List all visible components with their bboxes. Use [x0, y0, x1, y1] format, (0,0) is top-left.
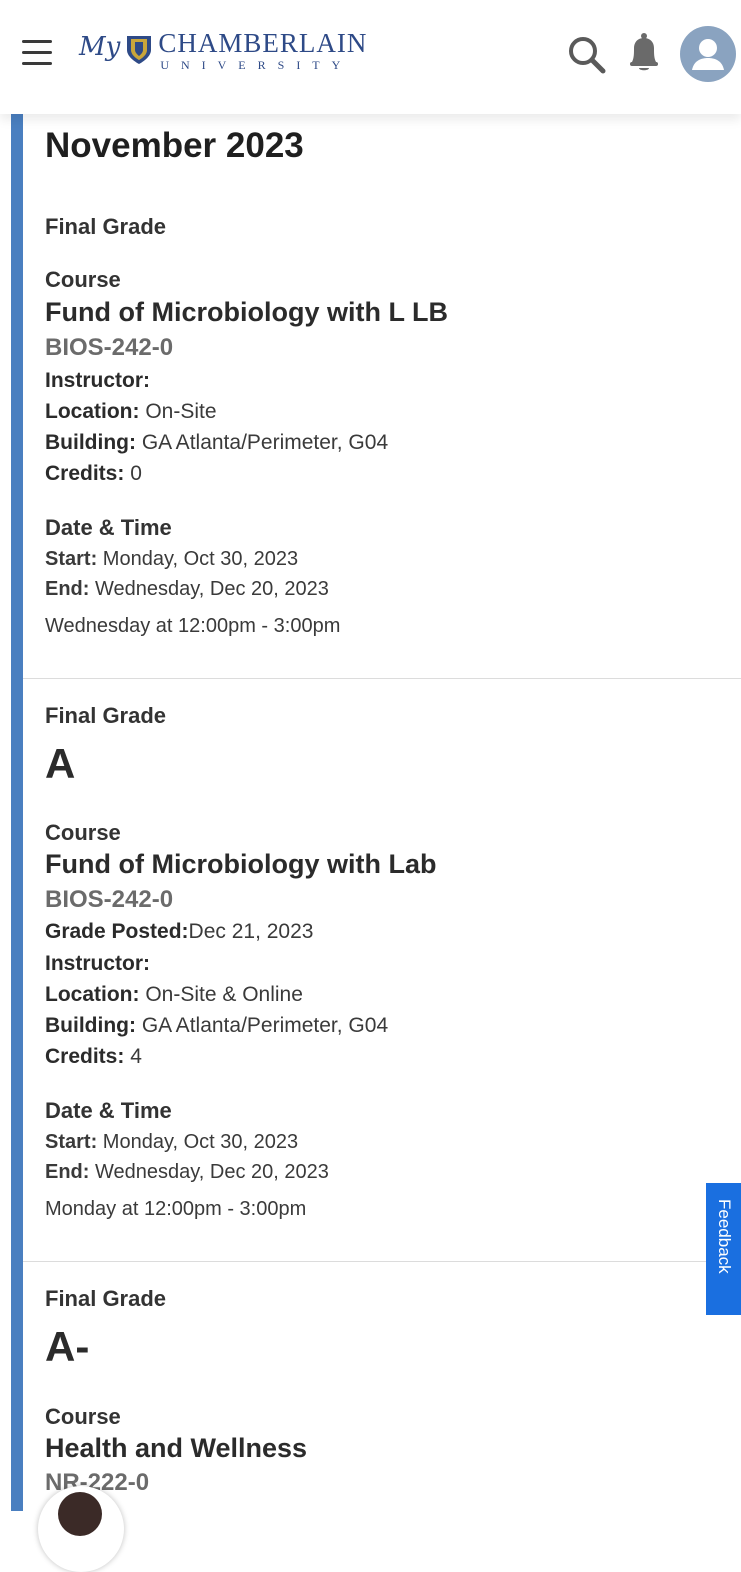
- user-icon[interactable]: [680, 26, 736, 82]
- end-label: End:: [45, 1161, 90, 1183]
- building-row: Building: GA Atlanta/Perimeter, G04: [45, 431, 388, 455]
- credits-value: 0: [130, 462, 142, 485]
- end-label: End:: [45, 578, 90, 600]
- timeline-accent-bar: [11, 114, 23, 1511]
- course-title[interactable]: Health and Wellness: [45, 1433, 307, 1464]
- logo-name: CHAMBERLAIN: [158, 28, 368, 58]
- location-label: Location:: [45, 983, 140, 1006]
- credits-value: 4: [130, 1045, 142, 1068]
- end-value: Wednesday, Dec 20, 2023: [95, 578, 329, 600]
- building-value: GA Atlanta/Perimeter, G04: [141, 1014, 389, 1037]
- start-value: Monday, Oct 30, 2023: [102, 1131, 299, 1153]
- building-label: Building:: [45, 431, 136, 454]
- logo-my-text: My: [79, 32, 121, 62]
- grade-posted-value: Dec 21, 2023: [188, 920, 314, 943]
- location-label: Location:: [45, 400, 140, 423]
- course-divider: [23, 1261, 741, 1262]
- schedule-text: Monday at 12:00pm - 3:00pm: [45, 1198, 307, 1220]
- course-label: Course: [45, 267, 121, 292]
- course-title[interactable]: Fund of Microbiology with Lab: [45, 849, 436, 880]
- final-grade-label: Final Grade: [45, 214, 167, 239]
- credits-label: Credits:: [45, 1045, 125, 1068]
- bell-icon[interactable]: [624, 32, 664, 74]
- end-row: End: Wednesday, Dec 20, 2023: [45, 578, 329, 601]
- start-label: Start:: [45, 548, 98, 570]
- app-header: My CHAMBERLAIN UNIVERSITY: [0, 0, 741, 114]
- location-value: On-Site: [145, 400, 217, 423]
- location-row: Location: On-Site: [45, 400, 217, 424]
- chat-agent-photo: [58, 1492, 102, 1536]
- start-value: Monday, Oct 30, 2023: [102, 548, 299, 570]
- chamberlain-logo[interactable]: My CHAMBERLAIN UNIVERSITY: [79, 30, 367, 80]
- start-label: Start:: [45, 1131, 98, 1153]
- schedule-text: Wednesday at 12:00pm - 3:00pm: [45, 615, 341, 637]
- start-row: Start: Monday, Oct 30, 2023: [45, 548, 298, 571]
- course-divider: [23, 678, 741, 679]
- logo-subtitle: UNIVERSITY: [160, 58, 353, 72]
- course-label: Course: [45, 1404, 121, 1429]
- menu-icon[interactable]: [22, 38, 52, 68]
- instructor-row: Instructor:: [45, 952, 150, 976]
- building-label: Building:: [45, 1014, 136, 1037]
- final-grade-value: A: [45, 740, 76, 787]
- final-grade-label: Final Grade: [45, 703, 167, 728]
- instructor-row: Instructor:: [45, 369, 150, 393]
- location-value: On-Site & Online: [145, 983, 303, 1006]
- building-row: Building: GA Atlanta/Perimeter, G04: [45, 1014, 388, 1038]
- start-row: Start: Monday, Oct 30, 2023: [45, 1131, 298, 1154]
- course-label: Course: [45, 820, 121, 845]
- datetime-label: Date & Time: [45, 1098, 172, 1123]
- final-grade-value: A-: [45, 1323, 90, 1370]
- datetime-label: Date & Time: [45, 515, 172, 540]
- credits-label: Credits:: [45, 462, 125, 485]
- end-value: Wednesday, Dec 20, 2023: [95, 1161, 329, 1183]
- course-code: BIOS-242-0: [45, 334, 174, 361]
- end-row: End: Wednesday, Dec 20, 2023: [45, 1161, 329, 1184]
- final-grade-label: Final Grade: [45, 1286, 167, 1311]
- feedback-label: Feedback: [715, 1199, 734, 1274]
- course-code: BIOS-242-0: [45, 886, 174, 913]
- grade-posted-row: Grade Posted:Dec 21, 2023: [45, 920, 313, 944]
- credits-row: Credits: 4: [45, 1045, 142, 1069]
- chat-avatar[interactable]: [38, 1486, 124, 1572]
- course-title[interactable]: Fund of Microbiology with L LB: [45, 297, 448, 328]
- credits-row: Credits: 0: [45, 462, 142, 486]
- month-heading: November 2023: [45, 126, 304, 165]
- building-value: GA Atlanta/Perimeter, G04: [141, 431, 389, 454]
- location-row: Location: On-Site & Online: [45, 983, 303, 1007]
- feedback-tab[interactable]: Feedback: [706, 1183, 741, 1315]
- grade-posted-label: Grade Posted:: [45, 920, 189, 943]
- instructor-label: Instructor:: [45, 952, 150, 975]
- search-icon[interactable]: [567, 35, 607, 75]
- shield-icon: [127, 36, 152, 64]
- instructor-label: Instructor:: [45, 369, 150, 392]
